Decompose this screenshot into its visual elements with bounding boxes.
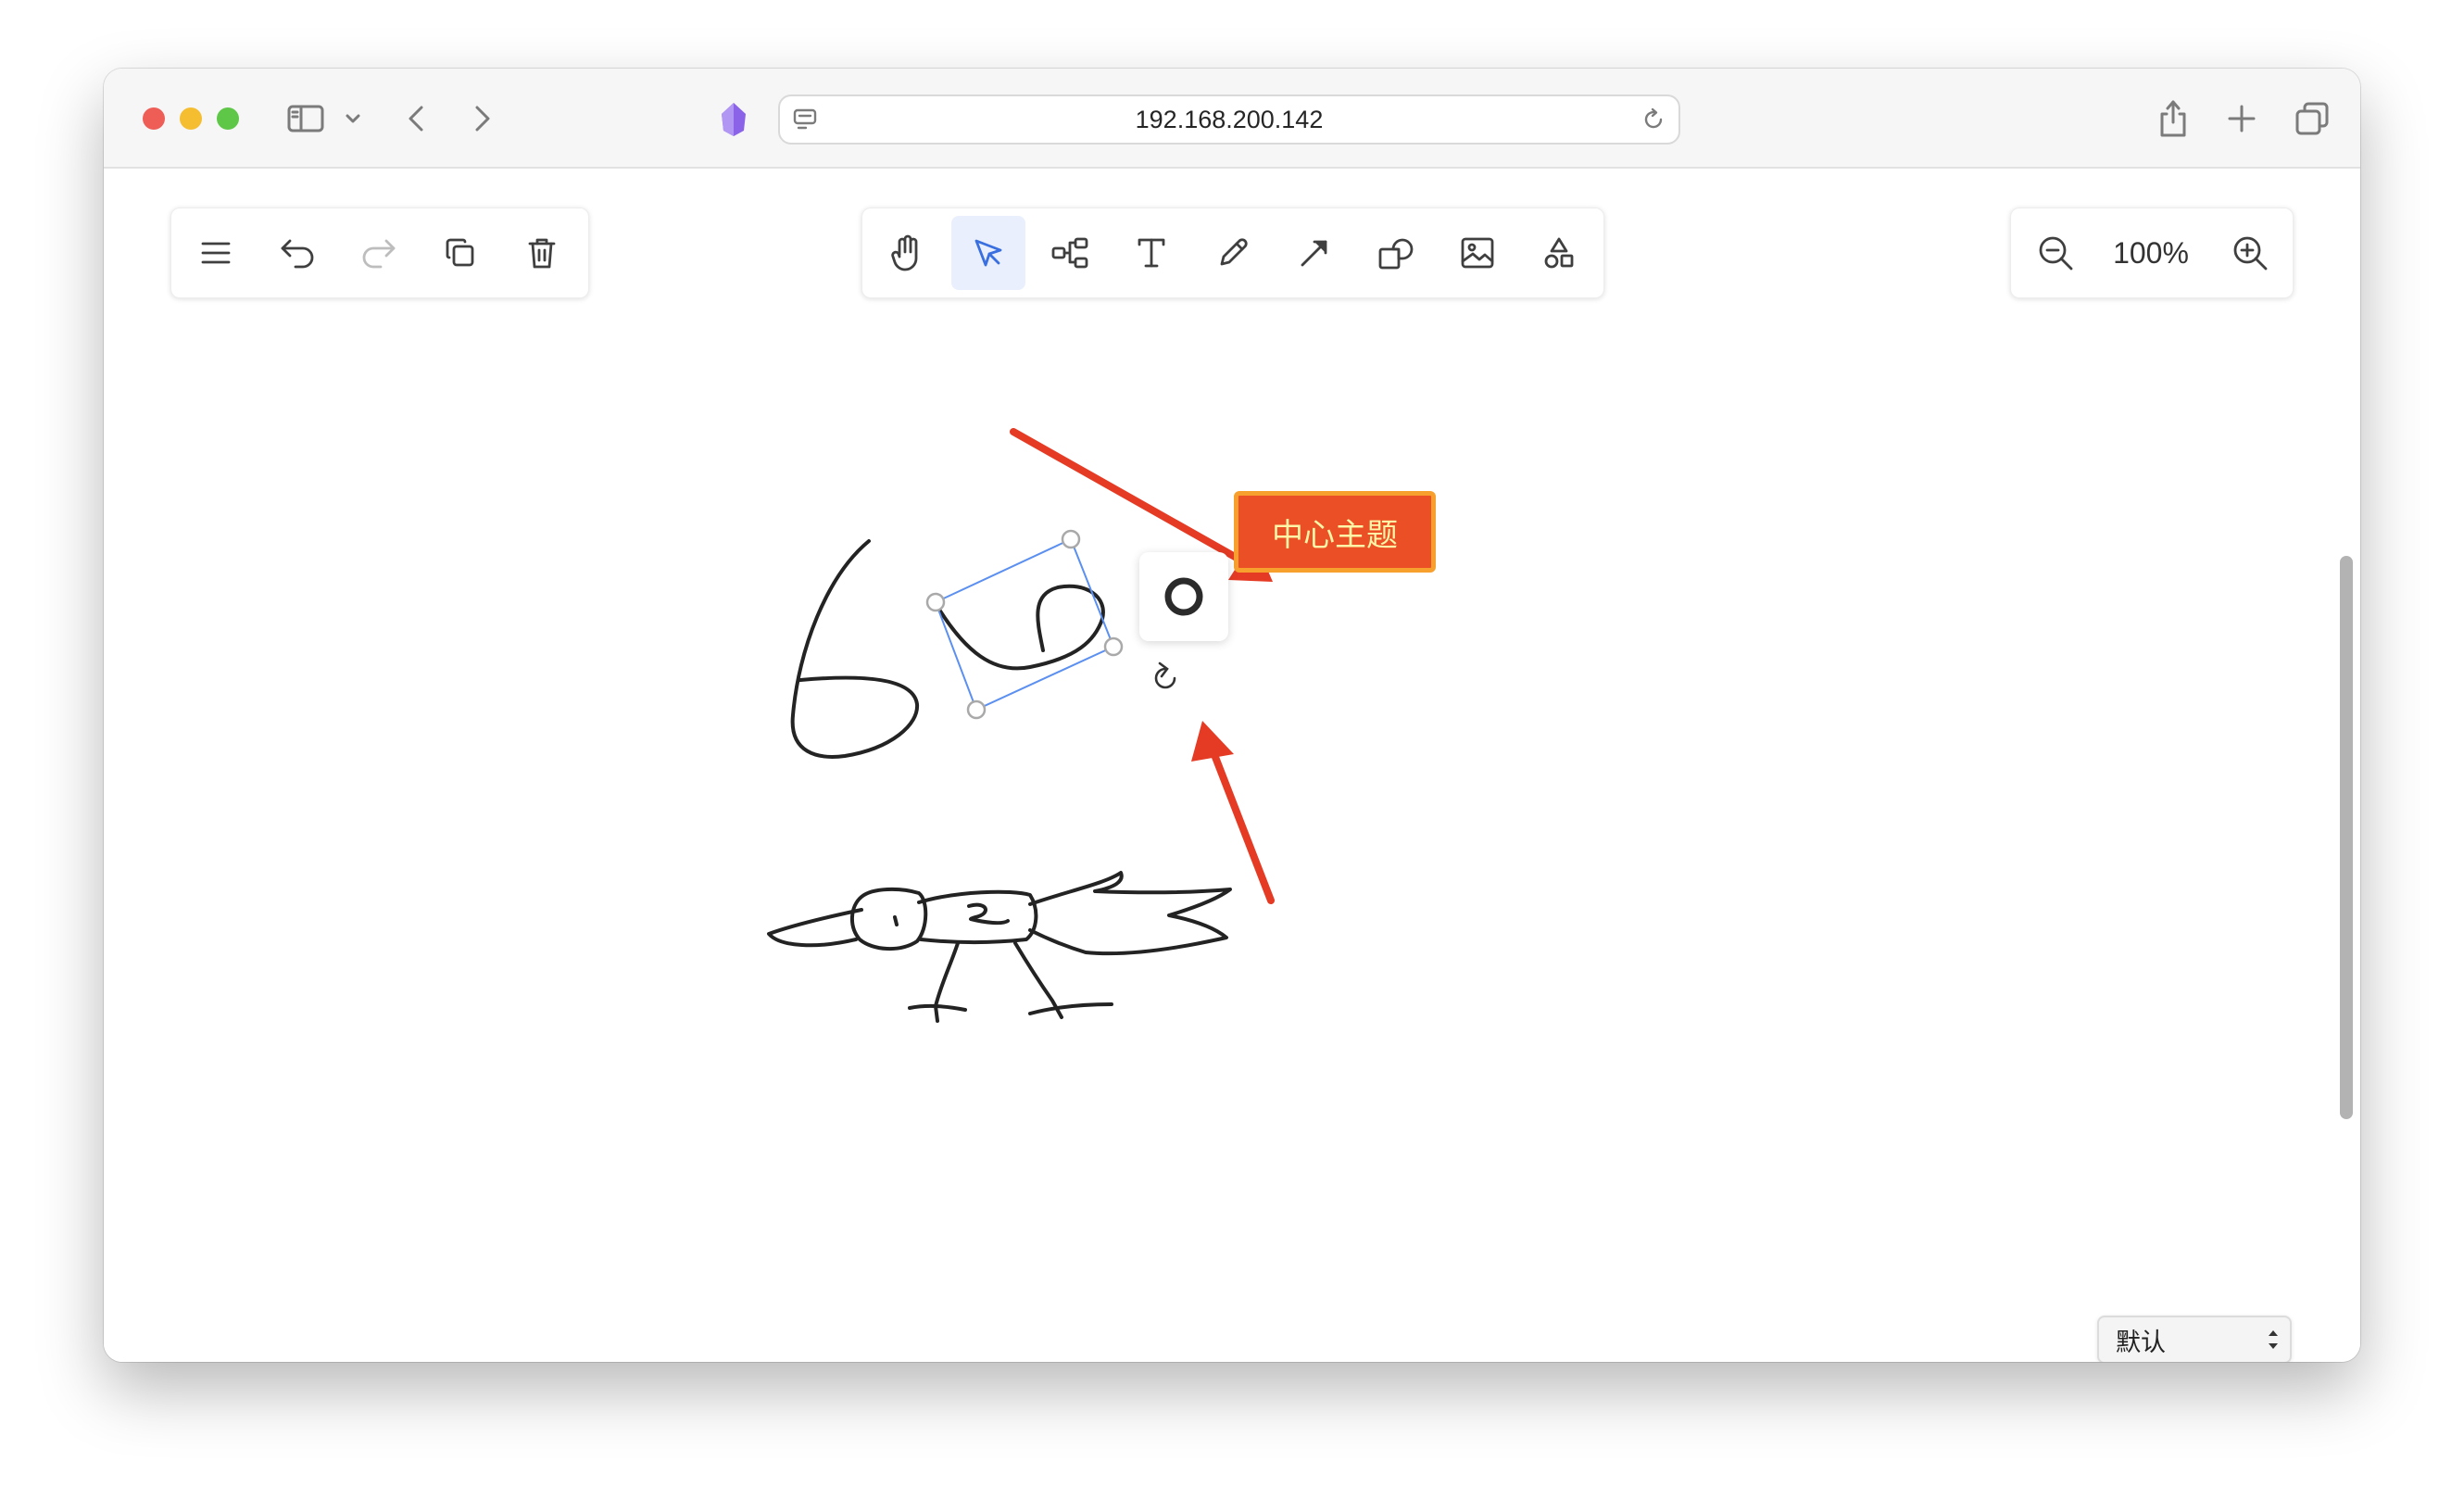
new-tab-icon[interactable] [2221,98,2262,139]
forward-icon[interactable] [469,100,497,137]
bird-left-wing [767,908,863,948]
selection-handles [925,529,1124,720]
rotate-icon [1154,661,1176,689]
minimize-window-button[interactable] [180,107,202,130]
theme-select[interactable]: 默认 [2097,1316,2292,1362]
zoom-window-button[interactable] [217,107,239,130]
whiteboard-canvas[interactable]: 100% 中心主题 默认 [104,169,2360,1362]
stroke-six [790,539,920,759]
bird-right-wing-top [1028,871,1232,956]
circle-shape-icon[interactable] [1162,574,1206,619]
browser-window: 192.168.200.142 100% 中心主题 默认 [104,69,2360,1362]
share-icon[interactable] [2153,94,2194,143]
address-bar[interactable]: 192.168.200.142 [778,94,1680,145]
annotation-arrow-2 [1191,721,1275,904]
shape-popup[interactable] [1139,552,1228,641]
close-window-button[interactable] [143,107,165,130]
bird-leg-left [908,941,967,1023]
reload-icon[interactable] [1640,106,1667,133]
url-text[interactable]: 192.168.200.142 [780,96,1678,143]
theme-select-value: 默认 [2116,1328,2166,1356]
select-arrows-icon [2269,1330,2278,1349]
chevron-down-icon[interactable] [343,106,363,132]
back-icon[interactable] [402,100,430,137]
mindmap-topic-node[interactable]: 中心主题 [1234,491,1436,573]
tabs-overview-icon[interactable] [2290,96,2334,141]
canvas-drawing-layer [767,428,1275,1023]
vertical-scrollbar[interactable] [2340,556,2353,1119]
app-logo-icon [715,100,752,139]
title-bar: 192.168.200.142 [104,69,2360,169]
sidebar-icon[interactable] [285,102,326,135]
selection-frame [934,537,1115,712]
bird-eye [893,915,899,926]
bird-body [850,887,928,951]
bird-scribble [967,902,1010,926]
stroke-selected [937,584,1105,671]
